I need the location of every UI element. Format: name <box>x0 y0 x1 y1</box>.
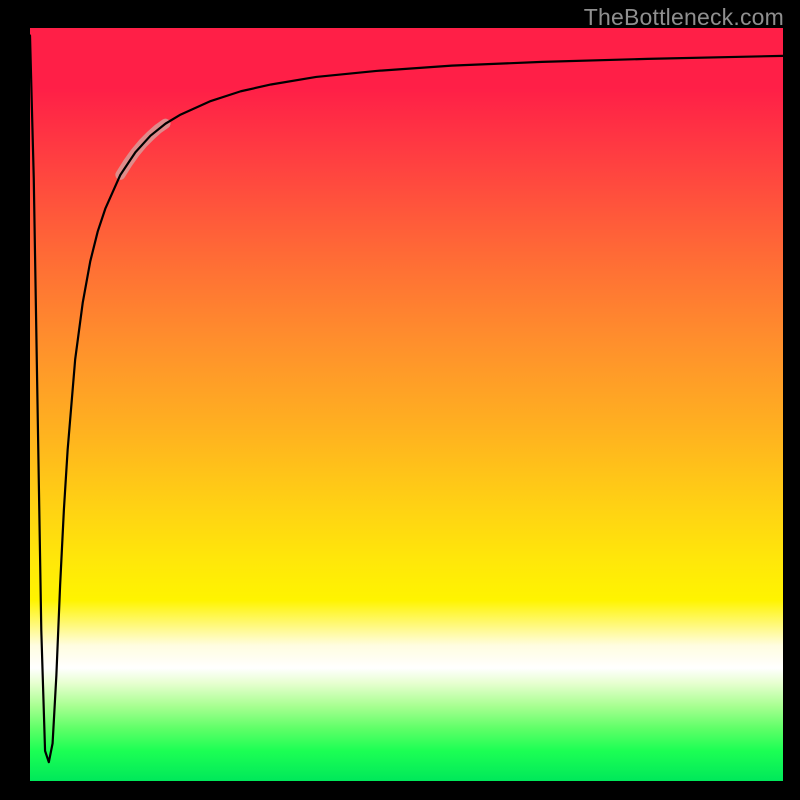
plot-area <box>30 28 783 781</box>
chart-stage: TheBottleneck.com <box>0 0 800 800</box>
curve-layer <box>30 28 783 781</box>
highlight-segment <box>120 124 165 175</box>
bottleneck-curve <box>30 36 783 763</box>
watermark-text: TheBottleneck.com <box>584 4 784 31</box>
